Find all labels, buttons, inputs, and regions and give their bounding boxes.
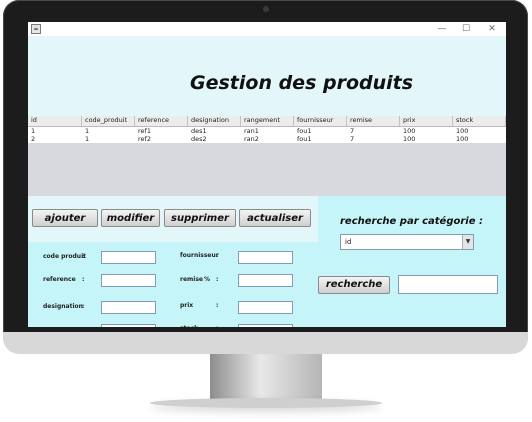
products-table[interactable]: id code_produit reference designation ra… [28, 116, 506, 196]
remise-label: remise [180, 276, 203, 283]
category-select[interactable]: id ▼ [340, 234, 474, 250]
title-bar: ☕ — ☐ ✕ [28, 22, 506, 36]
designation-field[interactable] [101, 301, 156, 314]
table-cell: 2 [31, 135, 36, 143]
camera-dot [263, 6, 269, 12]
close-icon[interactable]: ✕ [482, 22, 502, 36]
delete-button[interactable]: supprimer [164, 209, 236, 227]
java-app-icon: ☕ [31, 24, 41, 34]
fournisseur-label: fournisseur [180, 252, 219, 259]
table-cell: des2 [191, 135, 207, 143]
add-button[interactable]: ajouter [32, 209, 98, 227]
rangement-field[interactable] [101, 324, 156, 327]
prix-label: prix [180, 302, 194, 309]
colon: : [216, 276, 219, 283]
column-header-rangement[interactable]: rangement [241, 116, 294, 126]
page-title: Gestion des produits [190, 72, 414, 94]
table-cell: 100 [456, 135, 469, 143]
column-header-stock[interactable]: stock [453, 116, 506, 126]
table-cell: 100 [403, 135, 416, 143]
monitor-chin [3, 332, 528, 354]
table-cell: ran2 [244, 135, 259, 143]
fournisseur-field[interactable] [238, 251, 293, 264]
colon: : [82, 276, 85, 283]
code-produit-label: code produit [43, 253, 86, 260]
table-row[interactable]: 2 1 ref2 des2 ran2 fou1 7 100 100 [28, 135, 506, 143]
reference-field[interactable] [101, 274, 156, 287]
action-buttons: ajouter modifier supprimer actualiser [28, 196, 318, 240]
colon: : [216, 302, 219, 309]
column-header-remise[interactable]: remise [347, 116, 400, 126]
search-input[interactable] [398, 275, 498, 294]
edit-button[interactable]: modifier [101, 209, 160, 227]
maximize-icon[interactable]: ☐ [456, 22, 476, 36]
prix-field[interactable] [238, 301, 293, 314]
search-button[interactable]: recherche [318, 276, 390, 294]
product-form: code produit : reference : designation :… [28, 242, 318, 327]
app-window: ☕ — ☐ ✕ Gestion des produits id code_pro… [28, 22, 506, 327]
designation-label: designation [43, 303, 83, 310]
remise-field[interactable] [238, 274, 293, 287]
table-cell: 7 [350, 135, 355, 143]
colon: : [82, 253, 85, 260]
column-header-code-produit[interactable]: code_produit [82, 116, 135, 126]
remise-unit-label: % [204, 276, 211, 283]
colon: : [216, 252, 219, 259]
table-cell: 1 [85, 135, 90, 143]
colon: : [216, 325, 218, 327]
category-select-value: id [345, 238, 352, 246]
content-panel: Gestion des produits id code_produit ref… [28, 36, 506, 327]
search-panel: recherche par catégorie : id ▼ recherche [318, 196, 506, 327]
chevron-down-icon[interactable]: ▼ [462, 235, 473, 249]
reference-label: reference [43, 276, 76, 283]
column-header-reference[interactable]: reference [135, 116, 188, 126]
colon: : [82, 303, 85, 310]
table-cell: fou1 [297, 135, 312, 143]
column-header-designation[interactable]: designation [188, 116, 241, 126]
monitor-base [150, 398, 382, 408]
column-header-prix[interactable]: prix [400, 116, 453, 126]
table-header: id code_produit reference designation ra… [28, 116, 506, 127]
stock-label: stock [180, 325, 198, 327]
refresh-button[interactable]: actualiser [239, 209, 311, 227]
search-title: recherche par catégorie : [340, 216, 483, 227]
monitor-stand [210, 354, 322, 400]
column-header-id[interactable]: id [28, 116, 82, 126]
stock-field[interactable] [238, 324, 293, 327]
table-row[interactable]: 1 1 ref1 des1 ran1 fou1 7 100 100 [28, 127, 506, 135]
column-header-fournisseur[interactable]: fournisseur [294, 116, 347, 126]
table-cell: ref2 [138, 135, 151, 143]
minimize-icon[interactable]: — [432, 22, 452, 36]
code-produit-field[interactable] [101, 251, 156, 264]
